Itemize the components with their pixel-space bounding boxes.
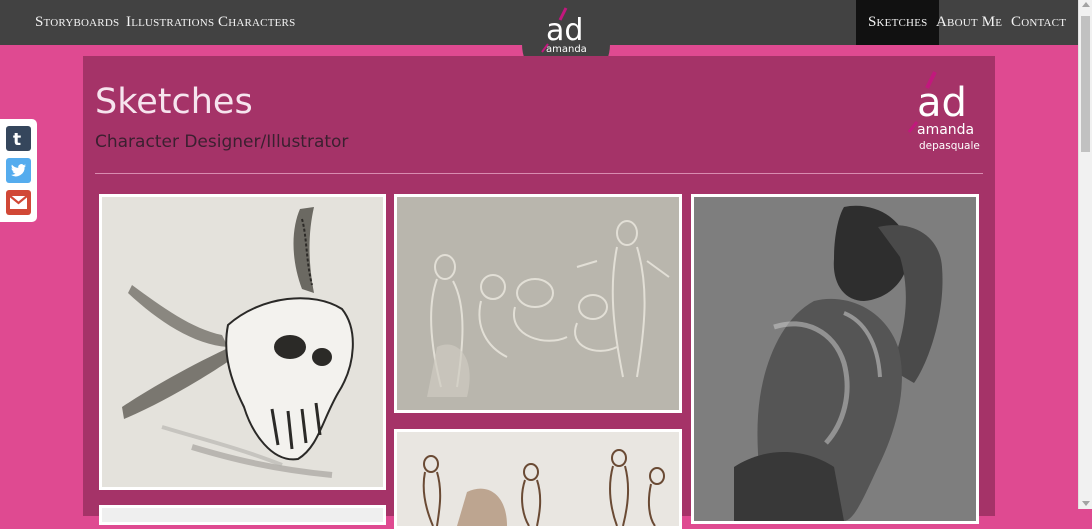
gallery-item-gesture-drawings[interactable] [394,429,682,529]
muscular-figure-image [694,197,976,521]
gallery-item-skull[interactable] [99,194,386,490]
twitter-icon[interactable] [6,158,31,183]
share-rail: t [0,119,37,222]
panel-logo-initials: ad [917,80,967,126]
gallery-item-next[interactable] [99,505,386,525]
page-title: Sketches [95,82,253,122]
gesture-drawings-image [397,432,679,526]
nav-sketches[interactable]: Sketches [856,0,940,45]
nav-about-me[interactable]: About Me [936,0,1002,45]
figure-studies-image [397,197,679,410]
scroll-up-arrow-icon[interactable] [1082,2,1090,7]
title-divider [95,173,983,174]
gallery-item-muscular-figure[interactable] [691,194,979,524]
page-scrollbar[interactable] [1078,0,1092,509]
scroll-thumb[interactable] [1081,16,1090,152]
content-panel: Sketches Character Designer/Illustrator … [83,56,995,529]
logo-initials: ad [546,13,583,48]
logo-first-name: amanda [546,44,587,55]
nav-storyboards[interactable]: Storyboards [35,0,119,45]
nav-contact[interactable]: Contact [1011,0,1066,45]
scroll-down-arrow-icon[interactable] [1082,501,1090,506]
gallery-item-figure-studies[interactable] [394,194,682,413]
panel-logo: ad amanda depasquale [905,70,985,163]
panel-logo-last: depasquale [919,140,980,152]
svg-text:t: t [13,130,21,150]
nav-characters[interactable]: Characters [218,0,295,45]
skull-sketch-image [102,197,383,487]
panel-logo-first: amanda [917,122,974,138]
gmail-icon[interactable] [6,190,31,215]
nav-illustrations[interactable]: Illustrations [126,0,214,45]
tumblr-icon[interactable]: t [6,126,31,151]
page-subtitle: Character Designer/Illustrator [95,132,349,152]
